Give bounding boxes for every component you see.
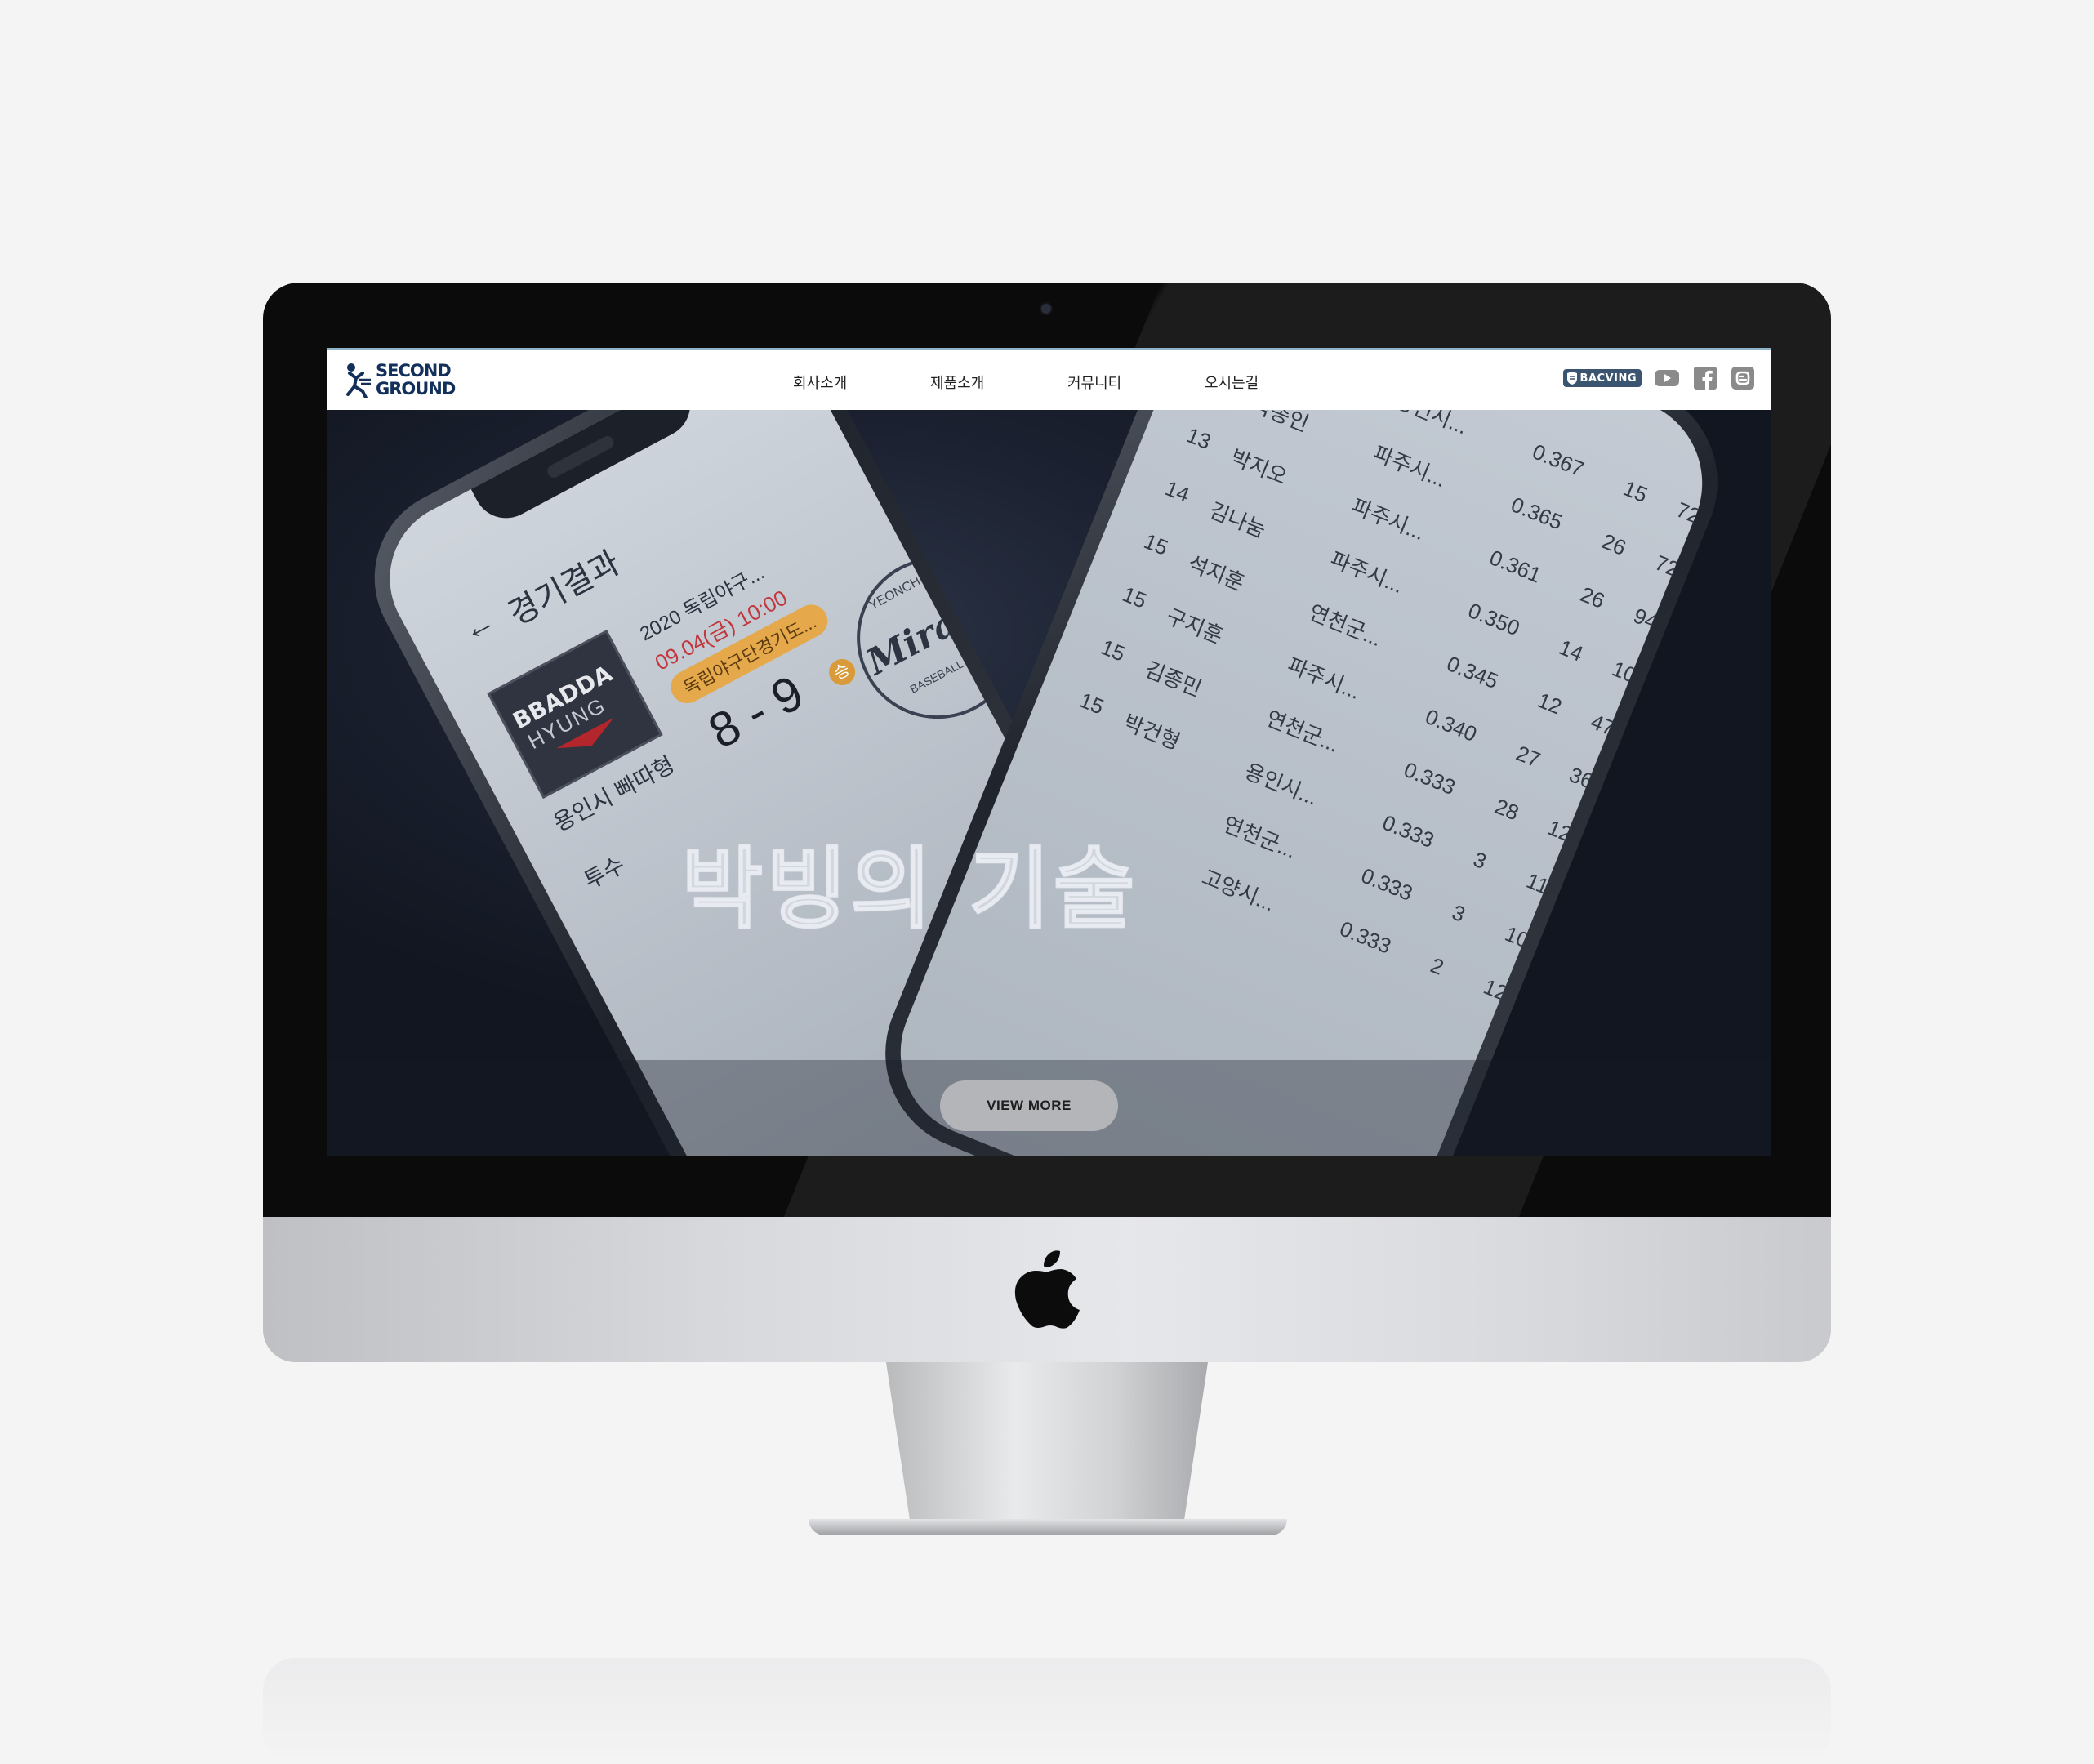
stat-col4: 2 [1427, 952, 1448, 980]
camera-icon [1041, 304, 1051, 314]
apple-logo-icon [1014, 1250, 1080, 1329]
nav-item-products[interactable]: 제품소개 [930, 372, 984, 393]
back-arrow-icon: ← [456, 602, 502, 649]
right-phone-mockup: 11김병석용인시...0.367157212박종인파주시...0.3652672… [855, 410, 1748, 1156]
stat-col5: 94 [1629, 603, 1662, 635]
stat-col4: 15 [1620, 475, 1651, 508]
right-phone-screen: 11김병석용인시...0.367157212박종인파주시...0.3652672… [875, 410, 1728, 1156]
hero-section: ← 경기결과 BBADDA HYUNG 용인시 빠따형 2020 독립야구...… [327, 410, 1771, 1156]
view-more-button[interactable]: VIEW MORE [940, 1080, 1118, 1131]
bacving-label: BACVING [1579, 372, 1637, 385]
stat-col5: 47 [1587, 709, 1619, 741]
opponent-sub: YEONCHEON [867, 560, 948, 613]
stat-name: 박종인 [1248, 410, 1312, 437]
facebook-icon[interactable] [1692, 367, 1717, 390]
phone-notch [470, 410, 702, 530]
bacving-link[interactable]: BACVING [1562, 369, 1642, 387]
nav-item-directions[interactable]: 오시는길 [1205, 372, 1259, 393]
stat-col5: 36 [1566, 762, 1597, 794]
stat-col5: 104 [1608, 656, 1651, 693]
result-win-badge: 승 [824, 654, 860, 690]
sns-links: BACVING [1562, 367, 1754, 390]
bacving-badge-icon [1566, 372, 1577, 385]
stat-col5: 72 [1673, 497, 1704, 529]
site-header: SECOND GROUND 회사소개 제품소개 커뮤니티 오시는길 BACVIN… [327, 348, 1771, 410]
nav-item-community[interactable]: 커뮤니티 [1067, 372, 1121, 393]
hero-title: 박빙의 기술 [681, 838, 1138, 942]
nav-item-company[interactable]: 회사소개 [793, 372, 847, 393]
screen: SECOND GROUND 회사소개 제품소개 커뮤니티 오시는길 BACVIN… [327, 348, 1771, 1156]
main-nav: 회사소개 제품소개 커뮤니티 오시는길 [327, 350, 1771, 412]
youtube-icon[interactable] [1655, 367, 1679, 390]
stat-avg: 0.367 [1529, 439, 1588, 482]
stat-team: 용인시... [1391, 410, 1472, 439]
screen-title: 경기결과 [502, 544, 626, 633]
floor-reflection [263, 1658, 1831, 1764]
stat-col5: 12 [1480, 973, 1512, 1006]
blogger-icon[interactable] [1730, 367, 1754, 390]
imac-stand-foot [809, 1519, 1287, 1535]
imac-stand-neck [886, 1362, 1208, 1534]
stat-col5: 72 [1651, 550, 1683, 582]
